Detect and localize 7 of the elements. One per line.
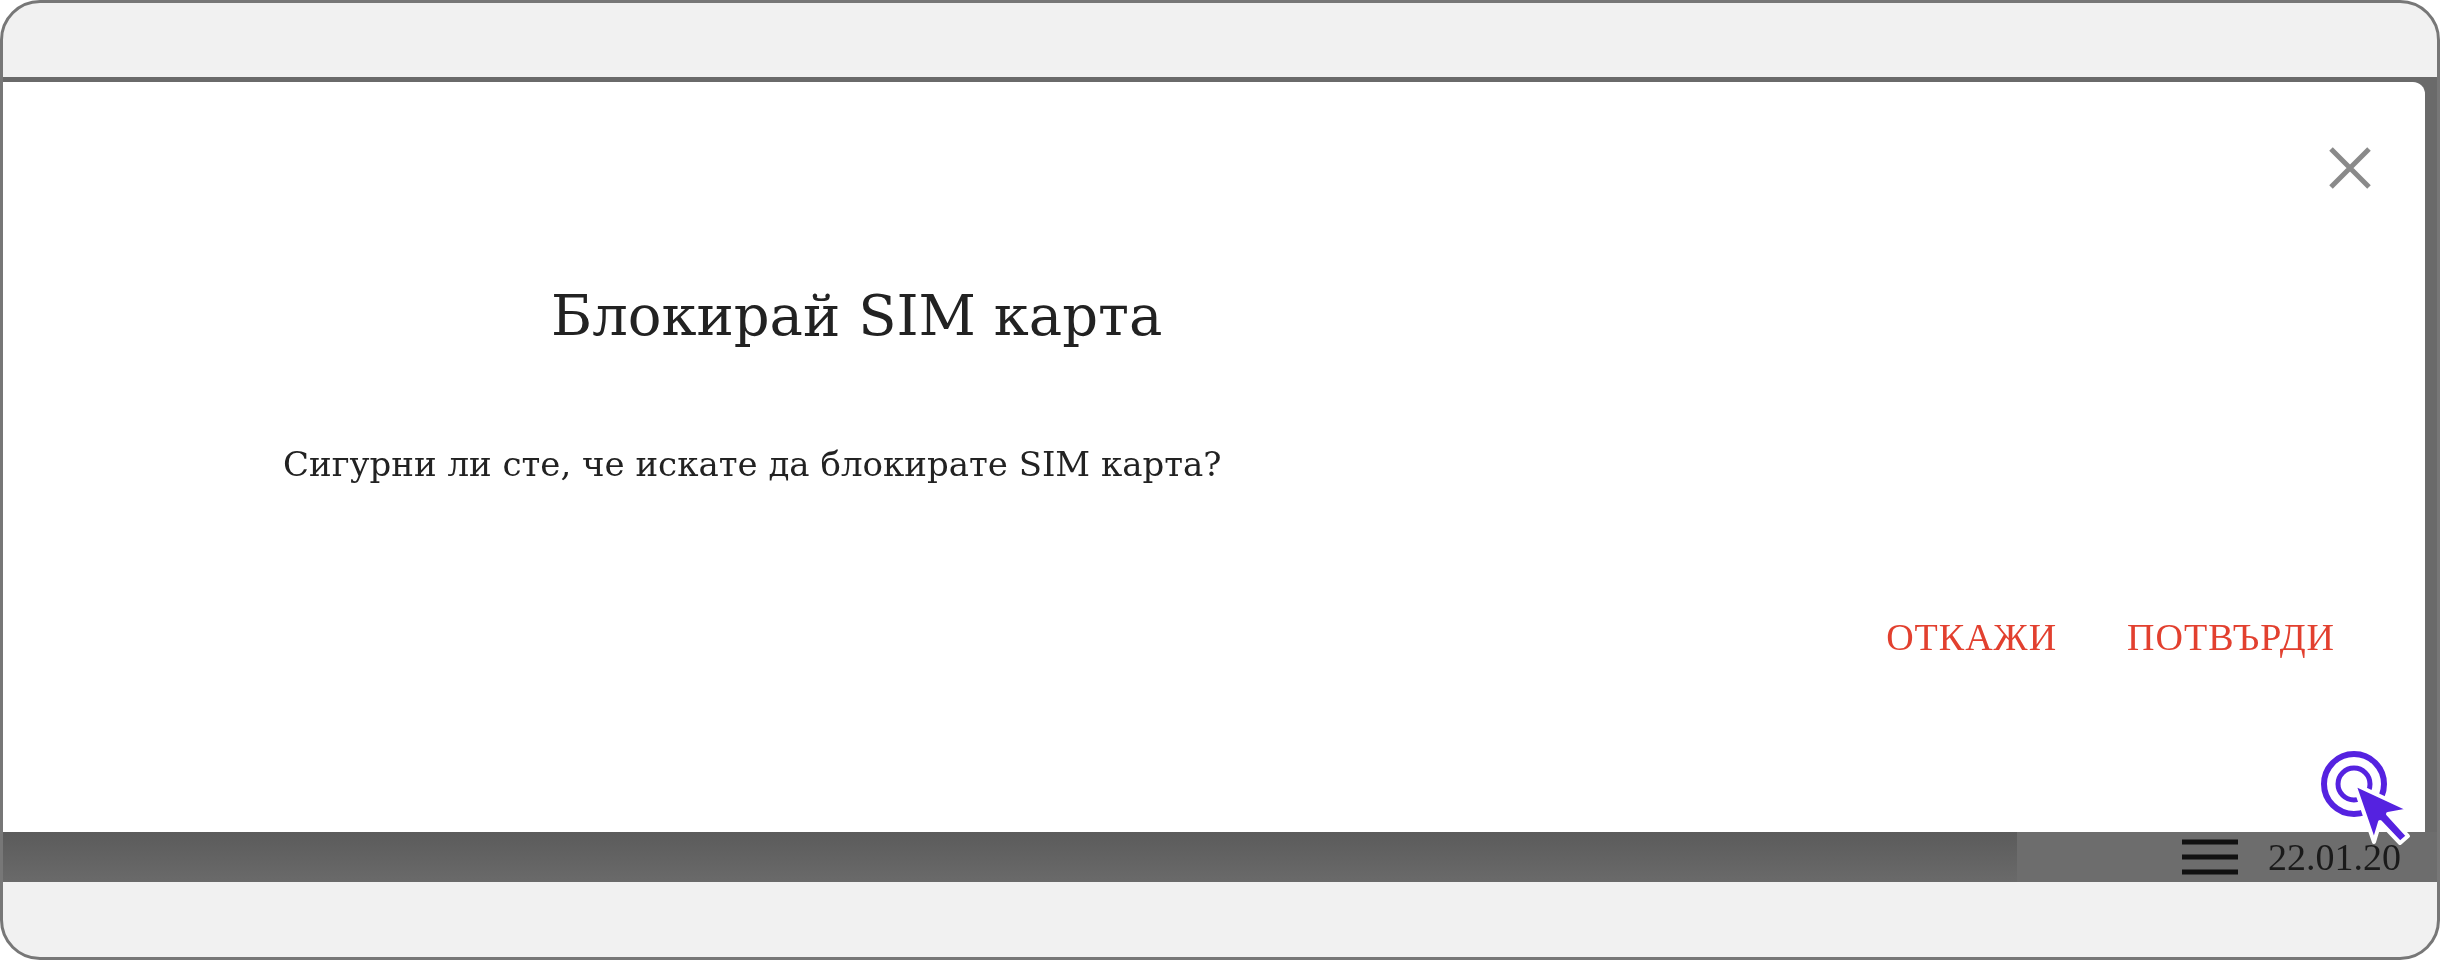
menu-icon <box>2182 839 2238 875</box>
close-button[interactable] <box>2327 145 2373 191</box>
dialog-message: Сигурни ли сте, че искате да блокирате SIM карта? <box>283 444 1222 485</box>
dialog-title: Блокирай SIM карта <box>551 282 1163 350</box>
date-text: 22.01.20 <box>2268 835 2401 879</box>
cancel-button[interactable]: ОТКАЖИ <box>1886 615 2058 659</box>
confirm-button[interactable]: ПОТВЪРДИ <box>2127 615 2335 659</box>
